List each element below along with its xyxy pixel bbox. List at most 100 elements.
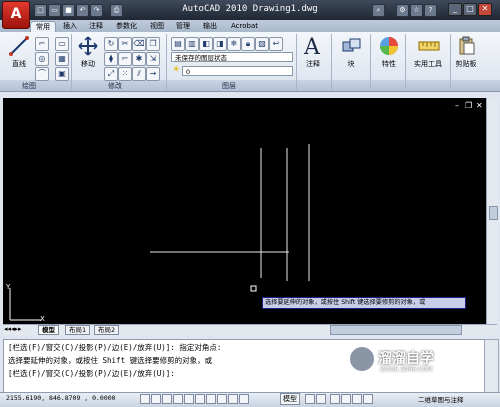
- scale-icon[interactable]: ⤢: [104, 67, 118, 81]
- minimize-button[interactable]: _: [448, 3, 462, 16]
- circle-icon[interactable]: ◎: [35, 52, 49, 66]
- model-space-button[interactable]: 模型: [280, 393, 300, 405]
- rectangle-icon[interactable]: ▭: [55, 37, 69, 51]
- command-scrollbar[interactable]: [484, 339, 499, 393]
- maximize-button[interactable]: □: [463, 3, 477, 16]
- clipboard-label[interactable]: 剪贴板: [452, 59, 480, 69]
- explode-icon[interactable]: ✱: [132, 52, 146, 66]
- lineweight-icon[interactable]: [228, 394, 238, 404]
- viewport-minimize-icon[interactable]: –: [455, 101, 459, 110]
- undo-icon[interactable]: ↶: [76, 4, 89, 17]
- object-snap-tracking-icon[interactable]: [195, 394, 205, 404]
- dynamic-input-icon[interactable]: [217, 394, 227, 404]
- utilities-icon[interactable]: [418, 38, 440, 54]
- plot-icon[interactable]: ⎙: [110, 4, 123, 17]
- annotation-icon[interactable]: A: [304, 35, 320, 60]
- extend-icon[interactable]: →: [146, 67, 160, 81]
- tab-output[interactable]: 输出: [198, 21, 222, 32]
- tab-layout2[interactable]: 布局2: [94, 325, 120, 335]
- ortho-mode-icon[interactable]: [162, 394, 172, 404]
- snap-mode-icon[interactable]: [140, 394, 150, 404]
- layer-match-icon[interactable]: ▧: [255, 37, 269, 51]
- pan-icon[interactable]: [330, 394, 340, 404]
- hatch-icon[interactable]: ▦: [55, 52, 69, 66]
- utilities-label[interactable]: 实用工具: [410, 59, 446, 69]
- command-history-line: 选择要延伸的对象，或按住 Shift 键选择要修剪的对象，或: [8, 356, 213, 365]
- tab-manage[interactable]: 管理: [171, 21, 195, 32]
- layout-nav-arrows[interactable]: ◂◂◂▸▸: [4, 325, 22, 333]
- workspace-switch[interactable]: 二维草图与注释: [418, 394, 464, 404]
- offset-icon[interactable]: ⫽: [132, 67, 146, 81]
- line-tool-icon[interactable]: [8, 35, 30, 57]
- layer-freeze-icon[interactable]: ❄: [227, 37, 241, 51]
- modify-panel-title[interactable]: 修改: [108, 81, 122, 91]
- block-label[interactable]: 块: [338, 59, 364, 69]
- tab-layout1[interactable]: 布局1: [65, 325, 91, 335]
- search-icon[interactable]: ⌕: [372, 4, 385, 17]
- quick-view-layouts-icon[interactable]: [305, 394, 315, 404]
- ducs-icon[interactable]: [206, 394, 216, 404]
- quick-properties-icon[interactable]: [239, 394, 249, 404]
- layer-properties-icon[interactable]: ▤: [171, 37, 185, 51]
- steeringwheel-icon[interactable]: [352, 394, 362, 404]
- showmotion-icon[interactable]: [363, 394, 373, 404]
- copy-icon[interactable]: ❐: [146, 37, 160, 51]
- stretch-icon[interactable]: ⇲: [146, 52, 160, 66]
- open-icon[interactable]: ▭: [48, 4, 61, 17]
- properties-label[interactable]: 特性: [376, 59, 402, 69]
- tab-insert[interactable]: 插入: [58, 21, 82, 32]
- layer-state-icon[interactable]: ▥: [185, 37, 199, 51]
- tab-parametric[interactable]: 参数化: [111, 21, 142, 32]
- coordinate-readout[interactable]: 2155.6190, 846.8709 , 0.0000: [6, 394, 116, 402]
- layer-state-dropdown[interactable]: 未保存的图层状态: [171, 52, 293, 62]
- block-icon[interactable]: [342, 37, 362, 55]
- quick-view-drawings-icon[interactable]: [316, 394, 326, 404]
- trim-icon[interactable]: ✂: [118, 37, 132, 51]
- favorites-icon[interactable]: ☆: [410, 4, 423, 17]
- close-button[interactable]: ✕: [478, 3, 492, 16]
- viewport-close-icon[interactable]: ✕: [476, 101, 483, 110]
- save-icon[interactable]: ■: [62, 4, 75, 17]
- window-title: AutoCAD 2010 Drawing1.dwg: [182, 4, 318, 14]
- command-prompt[interactable]: [栏选(F)/窗交(C)/投影(P)/边(E)/放弃(U)]:: [8, 368, 175, 379]
- horizontal-scrollbar[interactable]: [330, 325, 462, 335]
- watermark-logo-icon: [350, 347, 374, 371]
- layer-previous-icon[interactable]: ↩: [269, 37, 283, 51]
- object-snap-icon[interactable]: [184, 394, 194, 404]
- tab-model[interactable]: 模型: [38, 325, 59, 335]
- fillet-icon[interactable]: ⌐: [118, 52, 132, 66]
- clipboard-icon[interactable]: [458, 36, 476, 56]
- panel-separator: [450, 34, 451, 90]
- layer-lock-icon[interactable]: 🔒︎: [241, 37, 255, 51]
- tab-view[interactable]: 视图: [145, 21, 169, 32]
- help-icon[interactable]: ?: [424, 4, 437, 17]
- tab-annotate[interactable]: 注释: [84, 21, 108, 32]
- vertical-scrollbar[interactable]: [486, 98, 498, 324]
- region-icon[interactable]: ▣: [55, 67, 69, 81]
- annotation-label[interactable]: 注释: [300, 59, 326, 69]
- array-icon[interactable]: ⁙: [118, 67, 132, 81]
- polyline-icon[interactable]: ⌐: [35, 37, 49, 51]
- vertical-scroll-thumb[interactable]: [489, 206, 498, 220]
- application-menu-button[interactable]: A: [2, 1, 30, 29]
- viewport-restore-icon[interactable]: ❐: [465, 101, 472, 110]
- arc-icon[interactable]: ⌒: [35, 67, 49, 81]
- erase-icon[interactable]: ⌫: [132, 37, 146, 51]
- draw-panel-title[interactable]: 绘图: [22, 81, 36, 91]
- move-tool-icon[interactable]: [78, 36, 98, 56]
- mirror-icon[interactable]: ⧫: [104, 52, 118, 66]
- layer-isolate-icon[interactable]: ◧: [199, 37, 213, 51]
- zoom-icon[interactable]: [341, 394, 351, 404]
- redo-icon[interactable]: ↷: [90, 4, 103, 17]
- polar-tracking-icon[interactable]: [173, 394, 183, 404]
- grid-display-icon[interactable]: [151, 394, 161, 404]
- ucs-y-label: Y: [6, 283, 11, 291]
- communication-icon[interactable]: ⚙: [396, 4, 409, 17]
- current-layer-dropdown[interactable]: 0: [182, 66, 293, 76]
- layer-panel-title[interactable]: 图层: [222, 81, 236, 91]
- layer-off-icon[interactable]: ◨: [213, 37, 227, 51]
- properties-icon[interactable]: [379, 36, 399, 56]
- tab-acrobat[interactable]: Acrobat: [226, 21, 263, 32]
- new-icon[interactable]: □: [34, 4, 47, 17]
- rotate-icon[interactable]: ↻: [104, 37, 118, 51]
